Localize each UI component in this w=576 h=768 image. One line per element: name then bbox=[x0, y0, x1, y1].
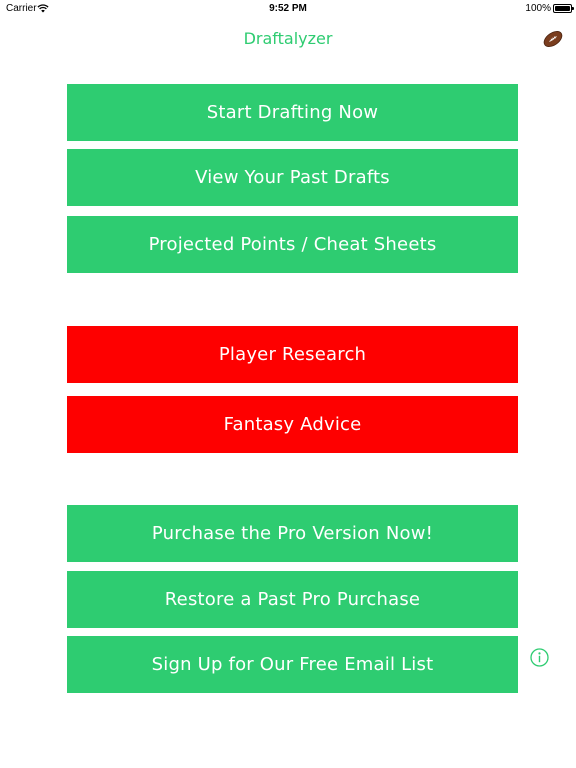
player-research-button[interactable]: Player Research bbox=[67, 326, 518, 383]
email-signup-button[interactable]: Sign Up for Our Free Email List bbox=[67, 636, 518, 693]
fantasy-advice-button[interactable]: Fantasy Advice bbox=[67, 396, 518, 453]
app-title: Draftalyzer bbox=[243, 29, 333, 48]
status-time: 9:52 PM bbox=[269, 3, 307, 14]
restore-purchase-button[interactable]: Restore a Past Pro Purchase bbox=[67, 571, 518, 628]
status-bar: Carrier 9:52 PM 100% bbox=[0, 0, 576, 18]
start-drafting-button[interactable]: Start Drafting Now bbox=[67, 84, 518, 141]
info-icon[interactable] bbox=[530, 648, 549, 667]
past-drafts-button[interactable]: View Your Past Drafts bbox=[67, 149, 518, 206]
battery-icon bbox=[553, 4, 574, 13]
projected-points-button[interactable]: Projected Points / Cheat Sheets bbox=[67, 216, 518, 273]
purchase-pro-button[interactable]: Purchase the Pro Version Now! bbox=[67, 505, 518, 562]
battery-percent: 100% bbox=[525, 3, 551, 14]
football-icon[interactable] bbox=[542, 30, 564, 48]
